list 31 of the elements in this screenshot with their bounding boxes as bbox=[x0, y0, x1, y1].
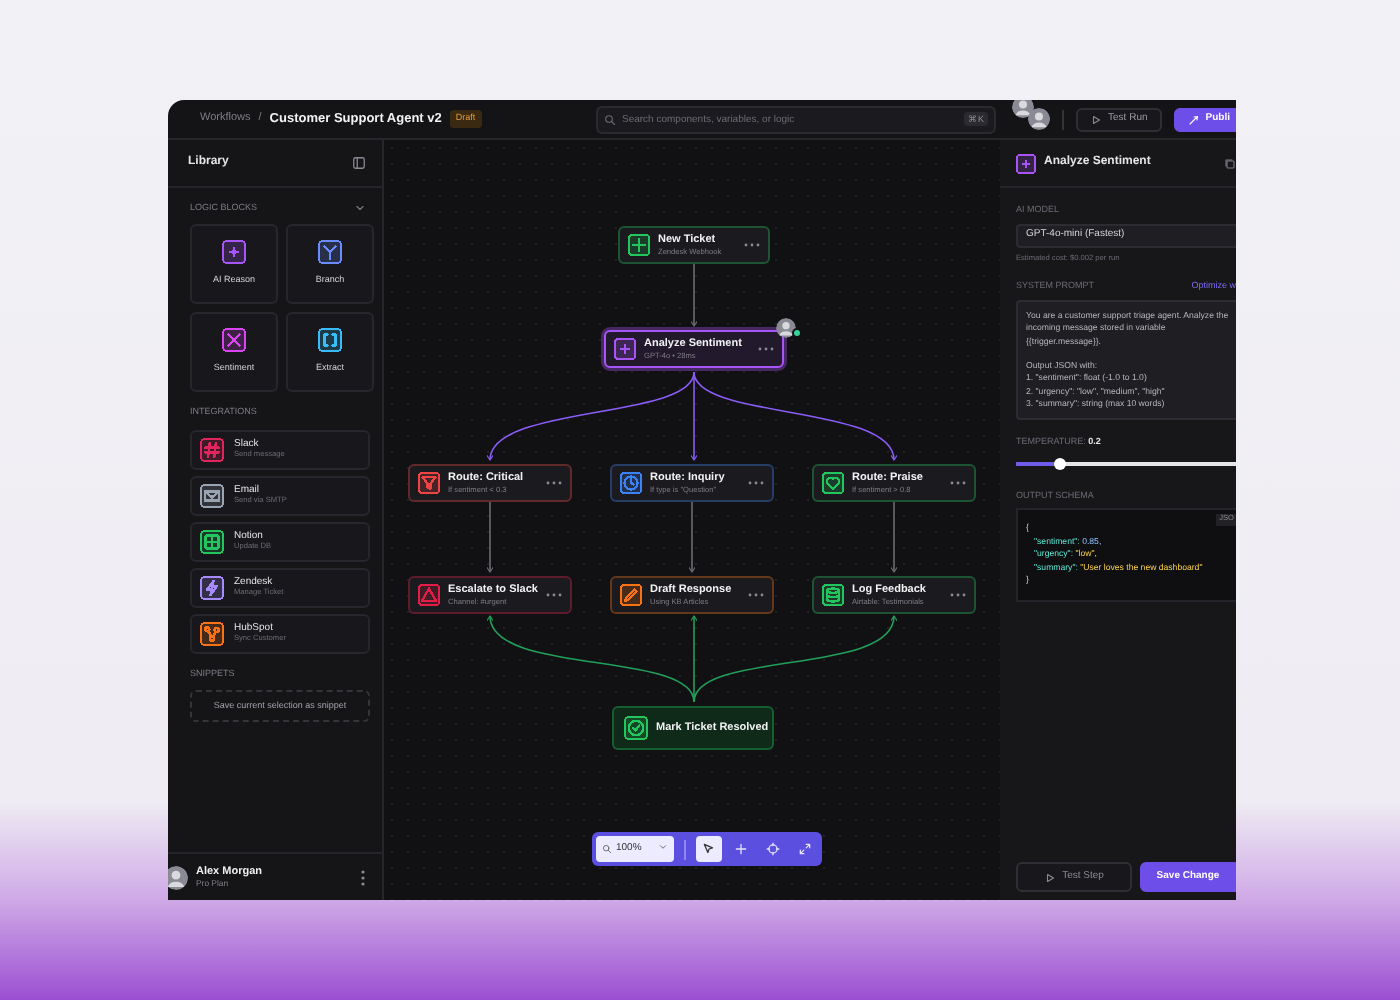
sidebar-toggle-icon bbox=[352, 156, 366, 170]
user-avatar bbox=[1028, 107, 1051, 130]
chevron-icon bbox=[354, 202, 366, 215]
pointer-icon bbox=[701, 842, 716, 856]
user-avatar bbox=[1012, 100, 1035, 117]
more-icon[interactable] bbox=[546, 480, 562, 487]
slider-thumb[interactable] bbox=[1054, 457, 1066, 470]
more-icon[interactable] bbox=[360, 869, 366, 885]
more-icon[interactable] bbox=[748, 480, 764, 487]
crosshair-icon bbox=[765, 842, 780, 856]
temperature-slider[interactable] bbox=[1016, 461, 1236, 466]
more-icon[interactable] bbox=[950, 592, 966, 599]
chevron-icon bbox=[657, 841, 668, 852]
play-icon bbox=[1090, 113, 1103, 125]
play-icon bbox=[1044, 871, 1057, 883]
copy-icon bbox=[1224, 157, 1236, 169]
search-icon bbox=[604, 113, 616, 125]
more-icon[interactable] bbox=[744, 242, 760, 249]
more-icon[interactable] bbox=[546, 592, 562, 599]
connector-line bbox=[690, 261, 698, 327]
connector-line bbox=[688, 499, 696, 573]
more-icon[interactable] bbox=[758, 346, 774, 353]
search-icon bbox=[602, 844, 612, 854]
more-icon[interactable] bbox=[950, 480, 966, 487]
plus-icon bbox=[733, 842, 748, 856]
expand-icon bbox=[797, 842, 812, 856]
connector-line bbox=[890, 499, 898, 573]
connector-line bbox=[486, 499, 494, 573]
user-avatar bbox=[168, 865, 188, 889]
more-icon[interactable] bbox=[748, 592, 764, 599]
tool-button[interactable] bbox=[695, 836, 722, 862]
